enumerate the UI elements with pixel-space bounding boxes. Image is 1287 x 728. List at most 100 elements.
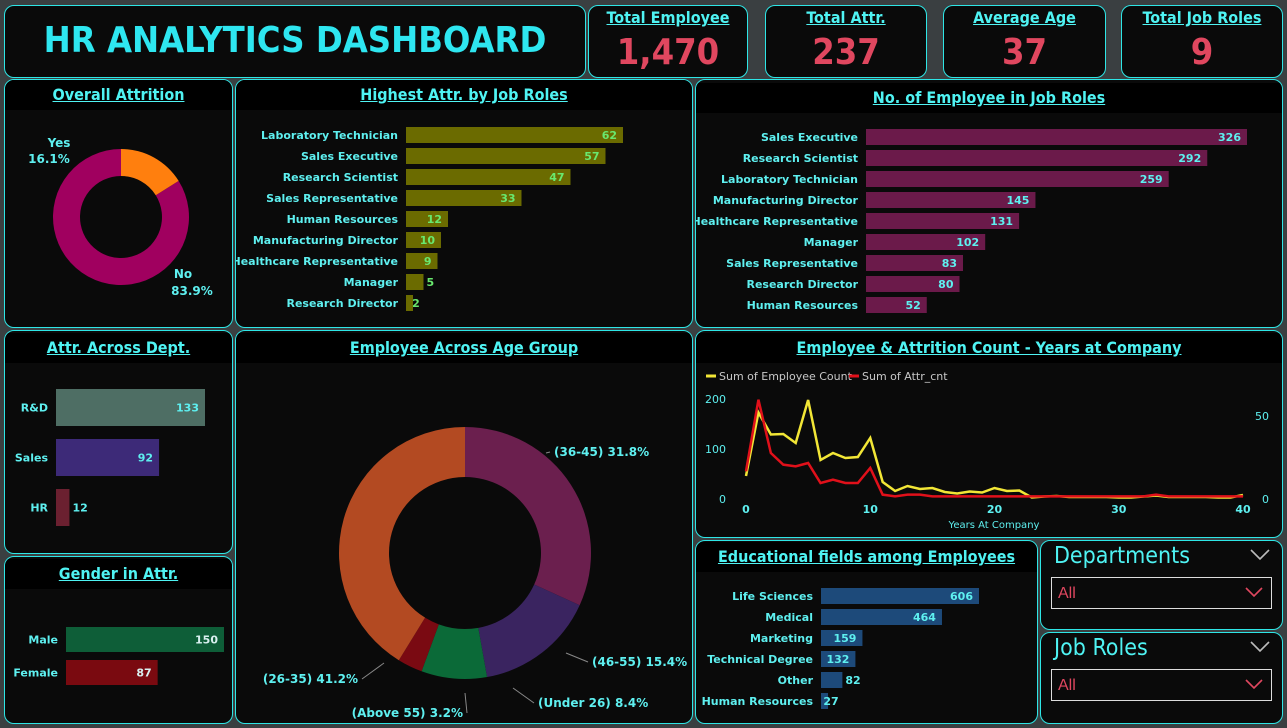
panel-title: Overall Attrition <box>5 80 232 110</box>
bar-value-label: 47 <box>549 171 564 184</box>
donut-slice <box>478 584 580 678</box>
attrition-donut-chart: Yes 16.1% No 83.9% <box>28 136 213 298</box>
no-pct-label: 83.9% <box>171 284 213 298</box>
kpi-value: 1,470 <box>616 32 720 73</box>
chevron-down-icon[interactable] <box>1245 679 1263 690</box>
emp-by-role-panel: No. of Employee in Job Roles Sales Execu… <box>695 79 1283 328</box>
x-tick: 10 <box>863 503 879 516</box>
leader-line <box>565 652 589 663</box>
panel-title: Attr. Across Dept. <box>5 333 232 363</box>
bar-value-label: 5 <box>427 276 435 289</box>
bar-category-label: Research Director <box>286 297 398 310</box>
attr-by-role-panel: Highest Attr. by Job Roles Laboratory Te… <box>235 79 693 328</box>
bar-category-label: HR <box>30 502 48 515</box>
kpi-total-job-roles: Total Job Roles 9 <box>1121 5 1283 78</box>
job-roles-slicer[interactable]: Job Roles All <box>1040 632 1283 724</box>
dashboard-title: HR ANALYTICS DASHBOARD <box>43 20 547 61</box>
y-right-tick: 0 <box>1262 493 1269 506</box>
slice-label: (46-55) 15.4% <box>592 655 687 669</box>
bar-category-label: Medical <box>765 611 813 624</box>
bar-value-label: 87 <box>136 667 151 680</box>
bar-value-label: 52 <box>905 299 920 312</box>
no-label: No <box>174 267 192 281</box>
bar-category-label: Sales Executive <box>761 131 858 144</box>
bar-category-label: Laboratory Technician <box>721 173 858 186</box>
bar-category-label: Technical Degree <box>707 653 813 666</box>
education-panel: Educational fields among Employees Life … <box>695 540 1038 724</box>
x-tick: 0 <box>742 503 750 516</box>
bar <box>56 489 70 526</box>
bar-category-label: Life Sciences <box>732 590 813 603</box>
panel-title: Educational fields among Employees <box>696 542 1037 572</box>
x-axis-title: Years At Company <box>948 520 1040 531</box>
bar-category-label: Sales Executive <box>301 150 398 163</box>
bar-category-label: Male <box>28 634 58 647</box>
attr-by-role-bar-chart: Laboratory Technician 62 Sales Executive 57… <box>236 127 623 311</box>
dropdown-value: All <box>1058 585 1076 602</box>
bar-category-label: Laboratory Technician <box>261 129 398 142</box>
bar-category-label: Sales Representative <box>266 192 398 205</box>
kpi-label: Total Attr. <box>806 8 886 27</box>
dropdown-value: All <box>1058 677 1076 694</box>
attr-dept-bar-chart: R&D 133 Sales 92 HR 12 <box>15 389 205 526</box>
leader-line <box>361 662 385 680</box>
gender-bar-chart: Male 150 Female 87 <box>13 627 224 685</box>
bar-category-label: Healthcare Representative <box>696 215 858 228</box>
bar-category-label: Marketing <box>750 632 813 645</box>
kpi-label: Total Job Roles <box>1142 8 1262 27</box>
chevron-down-icon[interactable] <box>1250 641 1270 653</box>
attr-dept-panel: Attr. Across Dept. R&D 133 Sales 92 HR 12 <box>4 330 233 554</box>
x-tick: 30 <box>1111 503 1127 516</box>
bar-category-label: Manufacturing Director <box>253 234 399 247</box>
bar-value-label: 159 <box>833 632 856 645</box>
slice-label: (26-35) 41.2% <box>263 672 358 686</box>
bar-value-label: 33 <box>500 192 515 205</box>
bar <box>866 171 1169 187</box>
kpi-total-employee: Total Employee 1,470 <box>588 5 748 78</box>
kpi-average-age: Average Age 37 <box>943 5 1106 78</box>
departments-slicer[interactable]: Departments All <box>1040 540 1283 630</box>
bar-value-label: 102 <box>956 236 979 249</box>
bar-category-label: R&D <box>21 402 48 415</box>
x-tick: 20 <box>987 503 1003 516</box>
bar-value-label: 132 <box>826 653 849 666</box>
bar-category-label: Manufacturing Director <box>713 194 859 207</box>
bar-value-label: 12 <box>72 502 87 515</box>
bar-category-label: Sales <box>15 452 49 465</box>
kpi-value: 237 <box>812 32 880 73</box>
bar-value-label: 10 <box>420 234 436 247</box>
header-panel: HR ANALYTICS DASHBOARD <box>4 5 586 78</box>
chevron-down-icon[interactable] <box>1250 549 1270 561</box>
bar-value-label: 2 <box>412 297 420 310</box>
bar-category-label: Research Director <box>746 278 858 291</box>
kpi-label: Total Employee <box>606 8 730 27</box>
bar-value-label: 326 <box>1218 131 1241 144</box>
age-group-donut-chart: (36-45) 31.8% (46-55) 15.4% (Under 26) 8.4… <box>263 427 687 720</box>
bar-value-label: 12 <box>427 213 442 226</box>
slice-label: (Above 55) 3.2% <box>352 706 463 720</box>
panel-title: Employee Across Age Group <box>236 333 692 363</box>
bar-value-label: 57 <box>584 150 599 163</box>
bar <box>406 253 438 269</box>
bar-value-label: 80 <box>938 278 954 291</box>
bar <box>821 672 843 688</box>
bar-category-label: Human Resources <box>287 213 399 226</box>
bar-value-label: 150 <box>195 634 218 647</box>
leader-line <box>512 687 535 704</box>
panel-title: Highest Attr. by Job Roles <box>236 80 692 110</box>
job-roles-dropdown[interactable]: All <box>1051 669 1272 701</box>
y-left-tick: 200 <box>705 393 726 406</box>
bar-value-label: 62 <box>602 129 617 142</box>
yes-label: Yes <box>47 136 71 150</box>
bar <box>406 148 606 164</box>
departments-dropdown[interactable]: All <box>1051 577 1272 609</box>
kpi-label: Average Age <box>973 8 1076 27</box>
y-left-tick: 0 <box>719 493 726 506</box>
chevron-down-icon[interactable] <box>1245 587 1263 598</box>
legend-label: Sum of Employee Count <box>719 370 853 383</box>
legend-label: Sum of Attr_cnt <box>862 370 948 383</box>
bar-value-label: 259 <box>1140 173 1163 186</box>
bar-value-label: 82 <box>845 674 860 687</box>
bar-category-label: Human Resources <box>747 299 859 312</box>
bar-value-label: 292 <box>1178 152 1201 165</box>
